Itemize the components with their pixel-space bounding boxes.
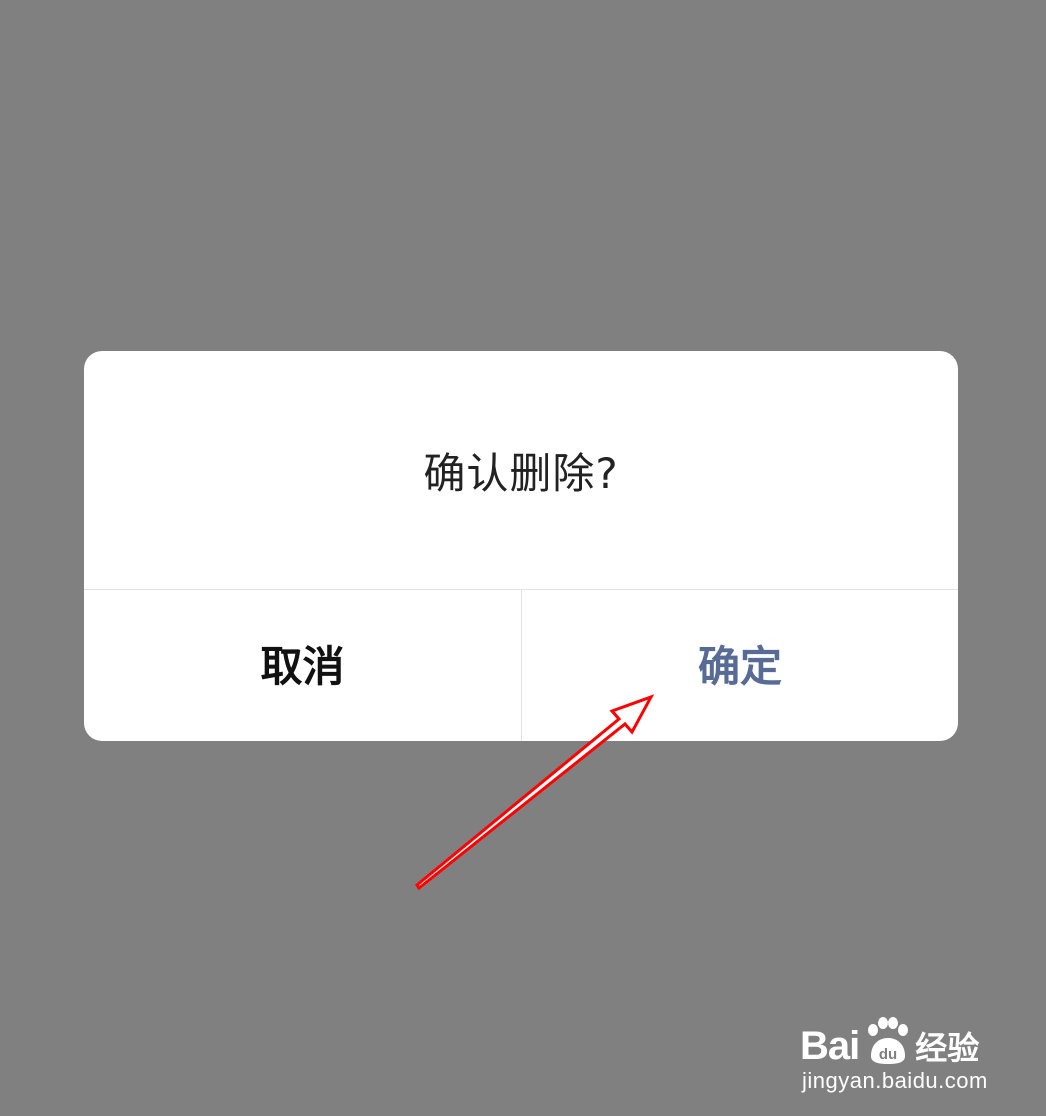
watermark-brand-suffix: 经验 bbox=[915, 1029, 980, 1067]
baidu-jingyan-watermark: Bai du 经验 jingyan.baidu.com bbox=[800, 1002, 1000, 1102]
watermark-url: jingyan.baidu.com bbox=[802, 1068, 988, 1093]
dialog-message: 确认删除? bbox=[423, 448, 619, 498]
svg-text:du: du bbox=[879, 1046, 897, 1063]
confirm-delete-dialog: 确认删除? 取消 确定 bbox=[84, 351, 958, 741]
baidu-paw-icon: du bbox=[868, 1017, 909, 1064]
watermark-logo: Bai du 经验 bbox=[800, 1017, 980, 1070]
cancel-button[interactable]: 取消 bbox=[84, 590, 521, 741]
watermark-brand: Bai bbox=[800, 1023, 860, 1068]
confirm-button[interactable]: 确定 bbox=[522, 590, 958, 741]
